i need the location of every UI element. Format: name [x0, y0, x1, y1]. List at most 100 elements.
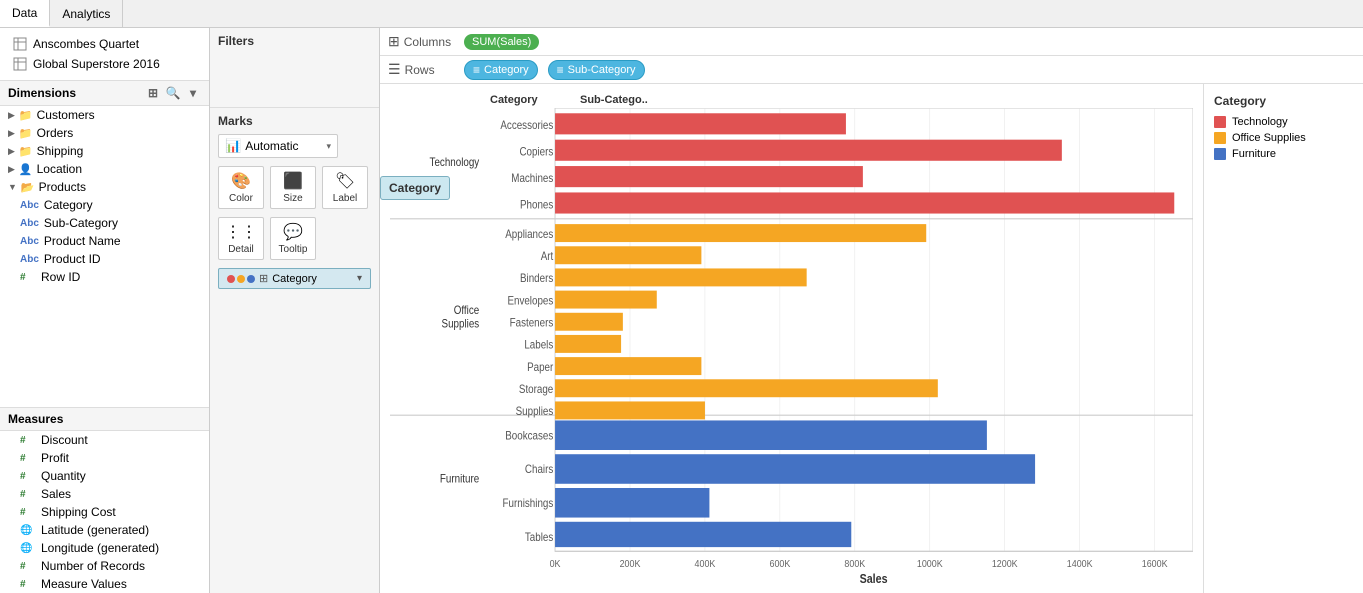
marks-buttons-row: 🎨 Color ⬛ Size 🏷 Label: [218, 166, 371, 209]
columns-pill-label: SUM(Sales): [472, 36, 531, 48]
marks-type-dropdown[interactable]: 📊 Automatic ▾: [218, 134, 338, 158]
bars-chart-svg: Technology Accessories Copiers Machines …: [390, 108, 1193, 583]
marks-category-pill[interactable]: ⊞ Category ▾: [218, 268, 371, 289]
field-product-name[interactable]: Abc Product Name: [0, 232, 209, 250]
field-sales-label: Sales: [41, 487, 71, 501]
datasource-anscombes[interactable]: Anscombes Quartet: [8, 34, 201, 54]
field-longitude[interactable]: 🌐 Longitude (generated): [0, 539, 209, 557]
hash-icon-discount: #: [20, 435, 36, 446]
chevron-right-icon-2: ▶: [8, 128, 15, 139]
group-shipping-label: Shipping: [37, 144, 84, 158]
columns-sum-sales-pill[interactable]: SUM(Sales): [464, 34, 539, 50]
legend-item-furniture[interactable]: Furniture: [1214, 148, 1353, 160]
legend-color-office-supplies: [1214, 132, 1226, 144]
detail-dots-icon: ⋮⋮: [225, 222, 257, 242]
svg-text:Furniture: Furniture: [440, 473, 479, 486]
datasource-anscombes-label: Anscombes Quartet: [33, 37, 139, 51]
columns-label-text: Columns: [404, 35, 451, 49]
rows-category-pill[interactable]: ≡ Category: [464, 60, 538, 80]
legend-color-furniture: [1214, 148, 1226, 160]
svg-text:Art: Art: [541, 250, 554, 263]
field-latitude[interactable]: 🌐 Latitude (generated): [0, 521, 209, 539]
field-subcategory[interactable]: Abc Sub-Category: [0, 214, 209, 232]
field-shipping-cost[interactable]: # Shipping Cost: [0, 503, 209, 521]
field-row-id[interactable]: # Row ID: [0, 268, 209, 286]
globe-icon-lat: 🌐: [20, 525, 36, 536]
field-group-products[interactable]: ▼ 📂 Products: [0, 178, 209, 196]
svg-text:Office: Office: [454, 304, 479, 317]
rows-subcategory-pill[interactable]: ≡ Sub-Category: [548, 60, 645, 80]
measures-section: Measures # Discount # Profit # Quantity …: [0, 407, 209, 593]
columns-shelf-label: ⊞ Columns: [388, 33, 458, 50]
field-category-label: Category: [44, 198, 93, 212]
field-product-id[interactable]: Abc Product ID: [0, 250, 209, 268]
marks-detail-btn[interactable]: ⋮⋮ Detail: [218, 217, 264, 260]
field-group-shipping[interactable]: ▶ 📁 Shipping: [0, 142, 209, 160]
tooltip-btn-label: Tooltip: [279, 244, 308, 255]
dimensions-menu-icon[interactable]: ▾: [185, 85, 201, 101]
field-num-records-label: Number of Records: [41, 559, 145, 573]
chevron-right-icon-3: ▶: [8, 146, 15, 157]
group-location-label: Location: [37, 162, 82, 176]
svg-text:Binders: Binders: [520, 272, 553, 285]
pill-menu-icon: ▾: [357, 273, 362, 284]
hash-icon-quantity: #: [20, 471, 36, 482]
col-header-subcategory: Sub-Catego..: [580, 94, 648, 106]
measures-title: Measures: [8, 412, 63, 426]
marks-size-btn[interactable]: ⬛ Size: [270, 166, 316, 209]
pill-dot-red: [227, 275, 235, 283]
field-measure-values[interactable]: # Measure Values: [0, 575, 209, 593]
svg-text:Technology: Technology: [430, 156, 480, 169]
legend-item-technology[interactable]: Technology: [1214, 116, 1353, 128]
dimensions-grid-icon[interactable]: ⊞: [145, 85, 161, 101]
field-group-location[interactable]: ▶ 👤 Location: [0, 160, 209, 178]
field-category[interactable]: Abc Category: [0, 196, 209, 214]
label-btn-label: Label: [333, 193, 357, 204]
measures-header: Measures: [0, 408, 209, 431]
field-subcategory-label: Sub-Category: [44, 216, 118, 230]
field-profit[interactable]: # Profit: [0, 449, 209, 467]
hash-icon-shipping: #: [20, 507, 36, 518]
tab-data[interactable]: Data: [0, 0, 50, 27]
field-group-customers[interactable]: ▶ 📁 Customers: [0, 106, 209, 124]
chevron-right-icon: ▶: [8, 110, 15, 121]
datasource-global-label: Global Superstore 2016: [33, 57, 160, 71]
abc-icon-3: Abc: [20, 236, 39, 247]
marks-tooltip-btn[interactable]: 💬 Tooltip: [270, 217, 316, 260]
field-discount[interactable]: # Discount: [0, 431, 209, 449]
field-sales[interactable]: # Sales: [0, 485, 209, 503]
pill-dot-orange: [237, 275, 245, 283]
marks-label-btn[interactable]: 🏷 Label: [322, 166, 368, 209]
pill-color-dots: [227, 275, 255, 283]
chevron-right-icon-4: ▶: [8, 164, 15, 175]
legend-label-office-supplies: Office Supplies: [1232, 132, 1306, 144]
hash-icon-sales: #: [20, 489, 36, 500]
tab-analytics[interactable]: Analytics: [50, 0, 123, 27]
svg-text:Tables: Tables: [525, 531, 553, 544]
group-customers-label: Customers: [37, 108, 95, 122]
color-circle-icon: 🎨: [231, 171, 251, 191]
svg-text:Fasteners: Fasteners: [510, 317, 554, 330]
field-quantity[interactable]: # Quantity: [0, 467, 209, 485]
legend-item-office-supplies[interactable]: Office Supplies: [1214, 132, 1353, 144]
field-group-orders[interactable]: ▶ 📁 Orders: [0, 124, 209, 142]
legend-label-technology: Technology: [1232, 116, 1288, 128]
abc-icon-4: Abc: [20, 254, 39, 265]
svg-text:1200K: 1200K: [992, 559, 1018, 571]
marks-color-btn[interactable]: 🎨 Color: [218, 166, 264, 209]
chart-body: Technology Accessories Copiers Machines …: [390, 108, 1193, 583]
rows-shelf-label: ☰ Rows: [388, 61, 458, 78]
pill-dot-blue: [247, 275, 255, 283]
svg-text:Appliances: Appliances: [505, 228, 553, 241]
rows-category-pill-label: Category: [484, 64, 529, 76]
dimensions-header: Dimensions ⊞ 🔍 ▾: [0, 81, 209, 106]
field-num-records[interactable]: # Number of Records: [0, 557, 209, 575]
tab-analytics-label: Analytics: [62, 7, 110, 21]
datasource-global[interactable]: Global Superstore 2016: [8, 54, 201, 74]
dimensions-title: Dimensions: [8, 86, 76, 100]
table-icon: [12, 36, 28, 52]
svg-text:600K: 600K: [769, 559, 790, 571]
dimensions-search-icon[interactable]: 🔍: [165, 85, 181, 101]
field-product-id-label: Product ID: [44, 252, 101, 266]
chevron-down-icon: ▼: [8, 182, 17, 192]
